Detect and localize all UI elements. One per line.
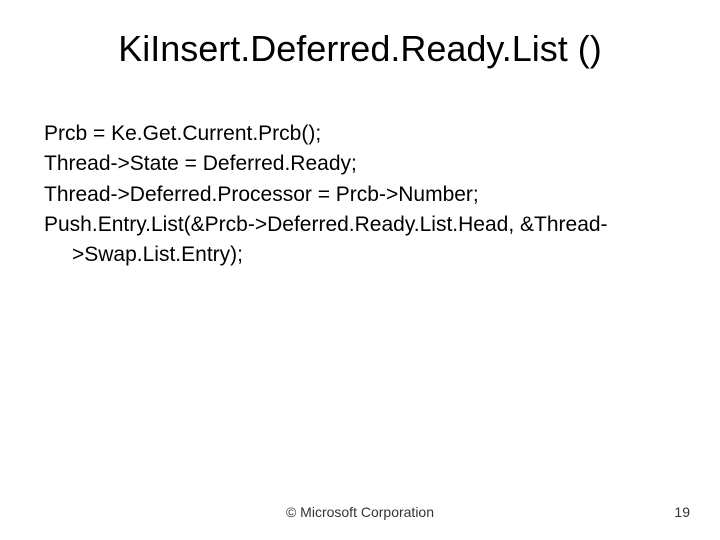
code-line: Push.Entry.List(&Prcb->Deferred.Ready.Li…: [44, 211, 676, 239]
slide: KiInsert.Deferred.Ready.List () Prcb = K…: [0, 0, 720, 540]
slide-body: Prcb = Ke.Get.Current.Prcb(); Thread->St…: [44, 120, 676, 272]
code-line: >Swap.List.Entry);: [44, 241, 676, 269]
footer-copyright: © Microsoft Corporation: [0, 504, 720, 520]
code-line: Thread->Deferred.Processor = Prcb->Numbe…: [44, 181, 676, 209]
code-line: Prcb = Ke.Get.Current.Prcb();: [44, 120, 676, 148]
page-number: 19: [674, 504, 690, 520]
slide-title: KiInsert.Deferred.Ready.List (): [0, 28, 720, 70]
code-line: Thread->State = Deferred.Ready;: [44, 150, 676, 178]
